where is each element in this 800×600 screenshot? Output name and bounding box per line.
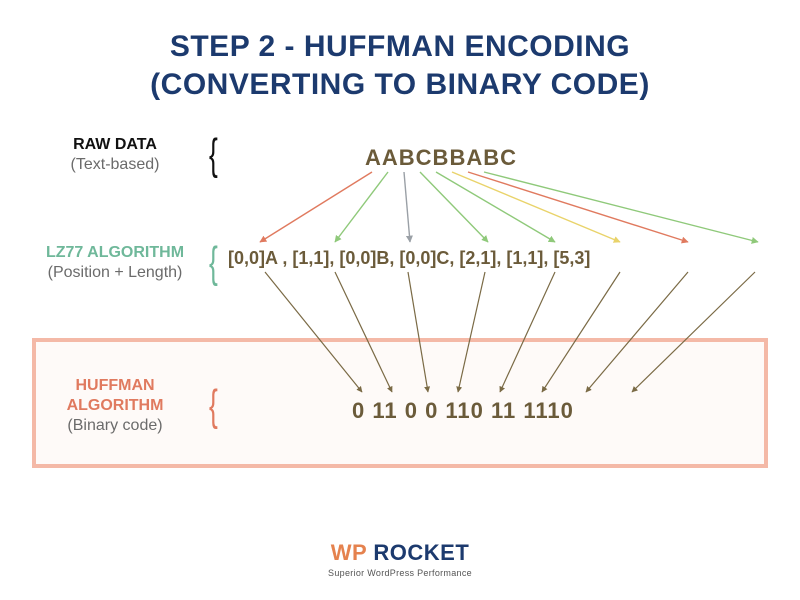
brace-icon: { [205,381,221,431]
arrow-raw-to-lz77 [484,172,758,242]
raw-sublabel: (Text-based) [30,155,200,175]
brand-rocket: ROCKET [367,540,470,565]
lz77-sublabel: (Position + Length) [30,263,200,283]
stage-lz77: LZ77 ALGORITHM (Position + Length) { [30,238,227,288]
arrow-raw-to-lz77 [468,172,688,242]
huffman-label-block: HUFFMAN ALGORITHM (Binary code) [30,376,200,436]
footer: WP ROCKET Superior WordPress Performance [0,540,800,578]
brace-icon: { [205,238,221,288]
diagram-title: STEP 2 - HUFFMAN ENCODING (CONVERTING TO… [0,0,800,103]
lz77-label: LZ77 ALGORITHM [46,244,184,261]
raw-label-block: RAW DATA (Text-based) [30,135,200,175]
title-line2: (CONVERTING TO BINARY CODE) [150,68,650,101]
raw-label: RAW DATA [73,136,157,153]
arrow-raw-to-lz77 [260,172,372,242]
brand-tagline: Superior WordPress Performance [0,568,800,578]
arrow-raw-to-lz77 [436,172,555,242]
huffman-content: 0 11 0 0 110 11 1110 [352,398,574,424]
stage-huffman: HUFFMAN ALGORITHM (Binary code) { [30,376,227,436]
brand-logo: WP ROCKET [0,540,800,566]
brand-wp: WP [331,540,367,565]
huffman-sublabel: (Binary code) [30,416,200,436]
arrow-raw-to-lz77 [420,172,488,242]
raw-data-content: AABCBBABC [365,145,517,171]
stage-raw: RAW DATA (Text-based) { [30,130,227,180]
lz77-content: [0,0]A , [1,1], [0,0]B, [0,0]C, [2,1], [… [228,248,590,269]
arrow-raw-to-lz77 [335,172,388,242]
lz77-label-block: LZ77 ALGORITHM (Position + Length) [30,243,200,283]
title-line1: STEP 2 - HUFFMAN ENCODING [170,30,630,63]
huffman-label: HUFFMAN ALGORITHM [67,377,164,414]
arrow-raw-to-lz77 [452,172,620,242]
arrow-raw-to-lz77 [404,172,410,242]
brace-icon: { [205,130,221,180]
